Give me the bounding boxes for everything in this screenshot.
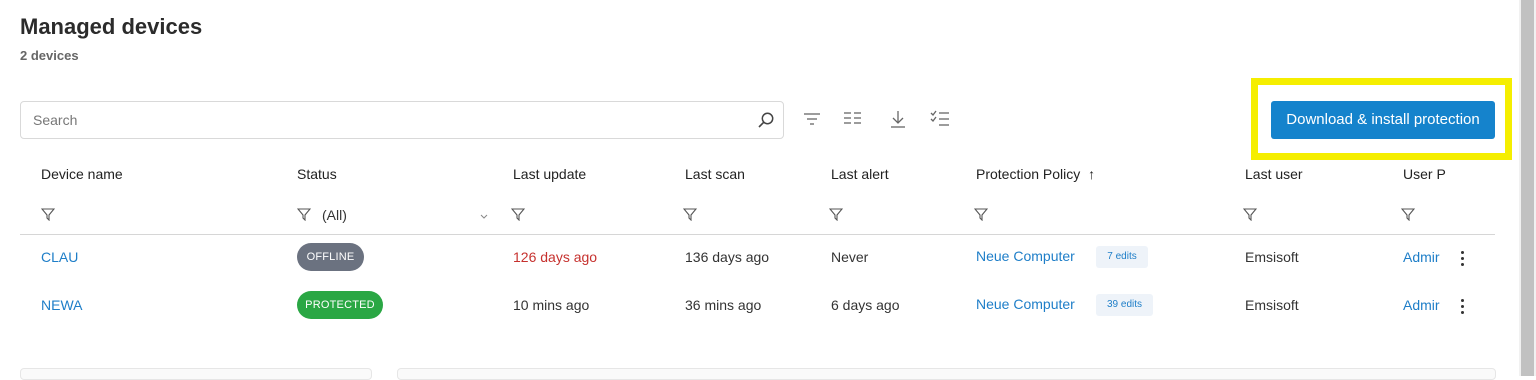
filter-icon[interactable] bbox=[296, 207, 312, 226]
download-icon[interactable] bbox=[887, 108, 909, 130]
filter-icon[interactable] bbox=[828, 207, 844, 226]
filter-icon[interactable] bbox=[1242, 207, 1258, 226]
status-badge: PROTECTED bbox=[297, 291, 383, 319]
column-header-last-alert[interactable]: Last alert bbox=[831, 166, 889, 182]
last-alert-value: Never bbox=[831, 249, 869, 265]
scrollbar-thumb[interactable] bbox=[1521, 0, 1534, 376]
column-header-label: Protection Policy bbox=[976, 166, 1081, 182]
filter-icon[interactable] bbox=[1400, 207, 1416, 226]
last-scan-value: 36 mins ago bbox=[685, 297, 762, 313]
device-name-link[interactable]: CLAU bbox=[41, 249, 78, 265]
edits-badge: 7 edits bbox=[1096, 246, 1148, 268]
device-count: 2 devices bbox=[20, 48, 79, 63]
policy-link[interactable]: Neue Computer bbox=[976, 248, 1075, 264]
checklist-icon[interactable] bbox=[929, 108, 951, 130]
search-input[interactable] bbox=[31, 111, 735, 129]
column-header-last-update[interactable]: Last update bbox=[513, 166, 586, 182]
user-p-link[interactable]: Admir bbox=[1403, 249, 1440, 265]
chevron-down-icon[interactable] bbox=[479, 209, 489, 227]
bottom-panel bbox=[397, 368, 1496, 380]
column-header-last-scan[interactable]: Last scan bbox=[685, 166, 745, 182]
column-header-last-user[interactable]: Last user bbox=[1245, 166, 1303, 182]
last-alert-value: 6 days ago bbox=[831, 297, 900, 313]
filter-icon[interactable] bbox=[682, 207, 698, 226]
column-header-protection-policy[interactable]: Protection Policy ↑ bbox=[976, 166, 1095, 182]
search-box[interactable] bbox=[20, 101, 784, 139]
bottom-panel bbox=[20, 368, 372, 380]
last-update-value: 126 days ago bbox=[513, 249, 598, 265]
filter-icon[interactable] bbox=[973, 207, 989, 226]
last-scan-value: 136 days ago bbox=[685, 249, 770, 265]
columns-icon[interactable] bbox=[842, 108, 864, 130]
user-p-link[interactable]: Admir bbox=[1403, 297, 1440, 313]
more-options-icon[interactable] bbox=[1461, 299, 1465, 317]
last-update-value: 10 mins ago bbox=[513, 297, 590, 313]
page-title: Managed devices bbox=[20, 14, 203, 39]
edits-badge: 39 edits bbox=[1096, 294, 1153, 316]
filter-icon[interactable] bbox=[40, 207, 56, 226]
last-user-value: Emsisoft bbox=[1245, 249, 1299, 265]
column-header-device-name[interactable]: Device name bbox=[41, 166, 123, 182]
download-install-protection-button[interactable]: Download & install protection bbox=[1271, 101, 1495, 139]
sort-icon[interactable] bbox=[801, 108, 823, 130]
device-name-link[interactable]: NEWA bbox=[41, 297, 82, 313]
policy-link[interactable]: Neue Computer bbox=[976, 296, 1075, 312]
sort-ascending-icon: ↑ bbox=[1088, 166, 1096, 182]
status-badge: OFFLINE bbox=[297, 243, 364, 271]
divider bbox=[20, 234, 1495, 235]
search-icon[interactable] bbox=[757, 111, 775, 134]
column-header-user-p[interactable]: User P bbox=[1403, 166, 1446, 182]
status-filter-value[interactable]: (All) bbox=[322, 207, 347, 223]
last-user-value: Emsisoft bbox=[1245, 297, 1299, 313]
more-options-icon[interactable] bbox=[1461, 251, 1465, 269]
column-header-status[interactable]: Status bbox=[297, 166, 337, 182]
filter-icon[interactable] bbox=[510, 207, 526, 226]
